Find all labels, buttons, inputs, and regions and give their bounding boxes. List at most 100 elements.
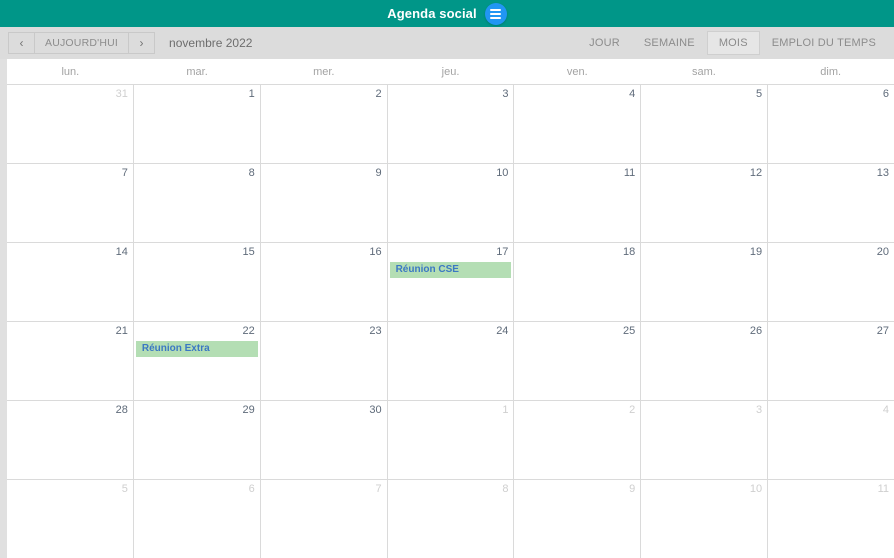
day-cell[interactable]: 6 xyxy=(768,85,894,163)
view-button-semaine[interactable]: SEMAINE xyxy=(632,31,707,55)
calendar-event[interactable]: Réunion CSE xyxy=(389,262,512,278)
day-number: 4 xyxy=(629,88,636,100)
day-cell[interactable]: 14 xyxy=(7,243,134,321)
day-number: 4 xyxy=(882,404,890,416)
navigation-group: ‹ AUJOURD'HUI › xyxy=(8,32,156,54)
day-cell[interactable]: 17 Réunion CSE xyxy=(387,243,515,321)
next-month-button[interactable]: › xyxy=(129,32,156,54)
day-of-week-label: ven. xyxy=(566,65,588,78)
day-cell[interactable]: 3 xyxy=(641,401,769,479)
hamburger-menu-icon[interactable] xyxy=(484,2,507,25)
day-number: 8 xyxy=(248,167,255,179)
chevron-left-icon: ‹ xyxy=(19,36,24,50)
day-cell[interactable]: 18 xyxy=(514,243,642,321)
day-number: 14 xyxy=(115,246,128,258)
day-cell[interactable]: 10 xyxy=(641,480,769,558)
day-cell[interactable]: 22 Réunion Extra xyxy=(133,322,261,400)
day-cell[interactable]: 10 xyxy=(387,164,515,242)
day-cell[interactable]: 7 xyxy=(7,164,134,242)
day-number: 10 xyxy=(749,483,763,495)
day-number: 30 xyxy=(369,404,382,416)
calendar-weeks: 31 1 2 3 4 5 6 7 8 9 10 11 12 13 14 15 16 17 Réunion CSE 18… xyxy=(7,84,894,558)
calendar-event[interactable]: Réunion Extra xyxy=(135,341,258,357)
day-cell[interactable]: 24 xyxy=(387,322,515,400)
day-cell[interactable]: 25 xyxy=(514,322,642,400)
day-cell[interactable]: 29 xyxy=(133,401,261,479)
day-number: 2 xyxy=(629,404,636,416)
previous-month-button[interactable]: ‹ xyxy=(8,32,34,54)
day-cell[interactable]: 21 xyxy=(7,322,134,400)
day-number: 24 xyxy=(496,325,509,337)
day-cell[interactable]: 26 xyxy=(641,322,769,400)
week-row: 14 15 16 17 Réunion CSE 18 19 20 xyxy=(7,243,894,322)
day-number: 25 xyxy=(623,325,636,337)
day-cell[interactable]: 30 xyxy=(260,401,388,479)
day-cell[interactable]: 28 xyxy=(7,401,134,479)
day-cell[interactable]: 11 xyxy=(514,164,642,242)
day-number: 5 xyxy=(121,483,128,495)
day-cell[interactable]: 7 xyxy=(260,480,388,558)
day-cell[interactable]: 9 xyxy=(260,164,388,242)
day-cell[interactable]: 4 xyxy=(514,85,642,163)
day-number: 9 xyxy=(375,167,382,179)
day-cell[interactable]: 8 xyxy=(387,480,515,558)
calendar-app: Agenda social ‹ AUJOURD'HUI › novembre 2… xyxy=(0,0,894,558)
day-cell[interactable]: 13 xyxy=(768,164,894,242)
day-of-week-header: lun. mar. mer. jeu. ven. sam. dim. xyxy=(7,59,894,84)
day-cell[interactable]: 19 xyxy=(641,243,769,321)
day-cell[interactable]: 5 xyxy=(7,480,134,558)
day-number: 15 xyxy=(242,246,255,258)
day-number: 18 xyxy=(623,246,636,258)
day-number: 17 xyxy=(496,246,509,258)
day-number: 20 xyxy=(876,246,890,258)
day-cell[interactable]: 27 xyxy=(768,322,894,400)
day-number: 7 xyxy=(121,167,128,179)
day-cell[interactable]: 23 xyxy=(260,322,388,400)
day-cell[interactable]: 9 xyxy=(514,480,642,558)
day-cell[interactable]: 8 xyxy=(133,164,261,242)
view-button-emploi-du-temps[interactable]: EMPLOI DU TEMPS xyxy=(760,31,888,55)
day-number: 6 xyxy=(248,483,255,495)
day-number: 3 xyxy=(502,88,509,100)
day-number: 11 xyxy=(877,483,890,495)
day-cell[interactable]: 2 xyxy=(514,401,642,479)
day-number: 9 xyxy=(629,483,636,495)
day-number: 29 xyxy=(242,404,255,416)
view-switcher: JOUR SEMAINE MOIS EMPLOI DU TEMPS xyxy=(577,31,888,55)
day-number: 3 xyxy=(756,404,763,416)
today-button[interactable]: AUJOURD'HUI xyxy=(34,32,130,54)
calendar-toolbar: ‹ AUJOURD'HUI › novembre 2022 JOUR SEMAIN… xyxy=(0,27,894,59)
day-number: 5 xyxy=(756,88,763,100)
day-cell[interactable]: 20 xyxy=(768,243,894,321)
week-row: 28 29 30 1 2 3 4 xyxy=(7,401,894,480)
calendar-grid: lun. mar. mer. jeu. ven. sam. dim. 31 1 2 3 4 5 6 7 8 9… xyxy=(7,59,894,558)
day-cell[interactable]: 6 xyxy=(133,480,261,558)
week-row: 31 1 2 3 4 5 6 xyxy=(7,85,894,164)
day-cell[interactable]: 16 xyxy=(260,243,388,321)
day-number: 7 xyxy=(375,483,382,495)
day-number: 8 xyxy=(502,483,509,495)
day-cell[interactable]: 2 xyxy=(260,85,388,163)
day-cell[interactable]: 11 xyxy=(768,480,894,558)
app-title: Agenda social xyxy=(387,6,477,21)
view-button-mois[interactable]: MOIS xyxy=(706,31,760,55)
day-cell[interactable]: 1 xyxy=(387,401,515,479)
day-number: 1 xyxy=(502,404,509,416)
day-cell[interactable]: 15 xyxy=(133,243,261,321)
day-cell[interactable]: 1 xyxy=(133,85,261,163)
week-row: 21 22 Réunion Extra 23 24 25 26 27 xyxy=(7,322,894,401)
day-cell[interactable]: 3 xyxy=(387,85,515,163)
day-number: 11 xyxy=(623,167,636,179)
day-events: Réunion Extra xyxy=(135,341,258,357)
day-number: 10 xyxy=(496,167,509,179)
day-number: 21 xyxy=(115,325,128,337)
day-number: 22 xyxy=(242,325,255,337)
day-number: 1 xyxy=(248,88,255,100)
day-cell[interactable]: 5 xyxy=(641,85,769,163)
day-cell[interactable]: 4 xyxy=(768,401,894,479)
view-button-jour[interactable]: JOUR xyxy=(577,31,632,55)
day-cell[interactable]: 31 xyxy=(7,85,134,163)
day-cell[interactable]: 12 xyxy=(641,164,769,242)
day-number: 12 xyxy=(749,167,763,179)
day-of-week-label: jeu. xyxy=(441,65,460,78)
